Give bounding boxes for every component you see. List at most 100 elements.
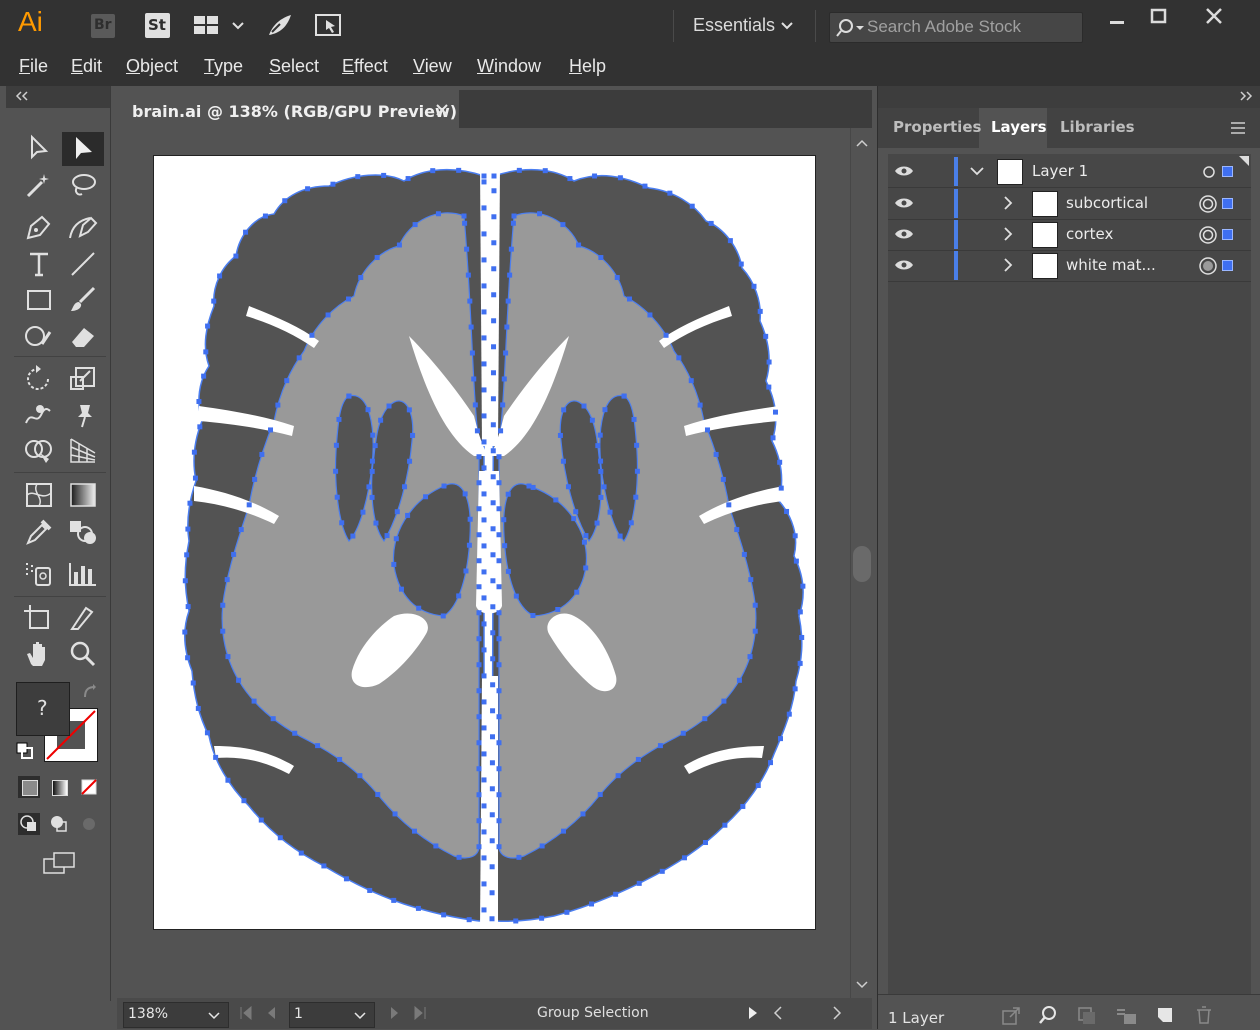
anchor-point[interactable]: [734, 527, 740, 533]
anchor-point[interactable]: [770, 435, 776, 441]
anchor-point[interactable]: [346, 296, 352, 302]
anchor-point[interactable]: [778, 485, 784, 491]
anchor-point[interactable]: [736, 677, 742, 683]
shape-builder-tool[interactable]: [22, 435, 56, 467]
anchor-point[interactable]: [496, 610, 502, 616]
anchor-point[interactable]: [726, 502, 732, 508]
anchor-point[interactable]: [292, 730, 298, 736]
anchor-point[interactable]: [740, 803, 746, 809]
anchor-point[interactable]: [185, 526, 191, 532]
anchor-point[interactable]: [481, 907, 487, 913]
anchor-point[interactable]: [601, 484, 607, 490]
anchor-point[interactable]: [205, 323, 211, 329]
panel-menu-icon[interactable]: [1229, 120, 1247, 136]
anchor-point[interactable]: [496, 818, 502, 824]
anchor-point[interactable]: [224, 577, 230, 583]
anchor-point[interactable]: [374, 255, 380, 261]
close-tab-icon[interactable]: [435, 103, 449, 117]
hand-tool[interactable]: [22, 638, 56, 670]
anchor-point[interactable]: [481, 595, 487, 601]
anchor-point[interactable]: [751, 283, 757, 289]
anchor-point[interactable]: [784, 508, 790, 514]
anchor-point[interactable]: [504, 324, 510, 330]
anchor-point[interactable]: [490, 552, 496, 558]
anchor-point[interactable]: [201, 373, 207, 379]
anchor-point[interactable]: [275, 402, 281, 408]
anchor-point[interactable]: [702, 840, 708, 846]
anchor-point[interactable]: [574, 589, 580, 595]
eyedropper-tool[interactable]: [22, 516, 56, 548]
color-button[interactable]: [18, 776, 40, 798]
anchor-point[interactable]: [476, 506, 482, 512]
anchor-point[interactable]: [567, 176, 573, 182]
anchor-point[interactable]: [461, 213, 467, 219]
anchor-point[interactable]: [360, 509, 366, 515]
anchor-point[interactable]: [797, 660, 803, 666]
anchor-point[interactable]: [357, 773, 363, 779]
anchor-point[interactable]: [465, 272, 471, 278]
anchor-point[interactable]: [561, 407, 567, 413]
anchor-point[interactable]: [496, 584, 502, 590]
anchor-point[interactable]: [602, 407, 608, 413]
anchor-point[interactable]: [463, 568, 469, 574]
anchor-point[interactable]: [738, 261, 744, 267]
anchor-point[interactable]: [663, 332, 669, 338]
anchor-point[interactable]: [490, 656, 496, 662]
anchor-point[interactable]: [597, 432, 603, 438]
anchor-point[interactable]: [768, 760, 774, 766]
anchor-point[interactable]: [481, 647, 487, 653]
anchor-point[interactable]: [412, 222, 418, 228]
anchor-point[interactable]: [503, 350, 509, 356]
anchor-point[interactable]: [647, 312, 653, 318]
anchor-point[interactable]: [468, 324, 474, 330]
anchor-point[interactable]: [333, 468, 339, 474]
anchor-point[interactable]: [489, 864, 495, 870]
pen-tool[interactable]: [22, 212, 56, 244]
anchor-point[interactable]: [441, 912, 447, 918]
anchor-point[interactable]: [333, 442, 339, 448]
bridge-button[interactable]: Br: [91, 14, 115, 38]
selection-indicator[interactable]: [1222, 198, 1233, 209]
anchor-point[interactable]: [225, 654, 231, 660]
workspace-switcher[interactable]: Essentials: [693, 15, 775, 36]
anchor-point[interactable]: [489, 734, 495, 740]
anchor-point[interactable]: [367, 887, 373, 893]
rotate-tool[interactable]: [22, 363, 56, 395]
menu-view[interactable]: View: [413, 56, 452, 77]
anchor-point[interactable]: [636, 880, 642, 886]
anchor-point[interactable]: [476, 584, 482, 590]
expand-chevron-right-icon[interactable]: [1003, 227, 1013, 241]
anchor-point[interactable]: [241, 798, 247, 804]
anchor-point[interactable]: [481, 439, 487, 445]
anchor-point[interactable]: [496, 454, 502, 460]
zoom-tool[interactable]: [66, 638, 100, 670]
anchor-point[interactable]: [358, 275, 364, 281]
anchor-point[interactable]: [472, 402, 478, 408]
anchor-point[interactable]: [372, 443, 378, 449]
anchor-point[interactable]: [435, 211, 441, 217]
anchor-point[interactable]: [384, 533, 390, 539]
anchor-point[interactable]: [702, 716, 708, 722]
anchor-point[interactable]: [539, 843, 545, 849]
anchor-point[interactable]: [598, 468, 604, 474]
rocket-icon[interactable]: [266, 12, 294, 38]
anchor-point[interactable]: [481, 257, 487, 263]
anchor-point[interactable]: [681, 855, 687, 861]
anchor-point[interactable]: [508, 246, 514, 252]
anchor-point[interactable]: [402, 484, 408, 490]
anchor-point[interactable]: [330, 181, 336, 187]
anchor-point[interactable]: [755, 783, 761, 789]
anchor-point[interactable]: [489, 916, 495, 922]
anchor-point[interactable]: [398, 586, 404, 592]
anchor-point[interactable]: [298, 850, 304, 856]
anchor-point[interactable]: [476, 558, 482, 564]
anchor-point[interactable]: [370, 432, 376, 438]
tab-layers[interactable]: Layers: [991, 118, 1047, 136]
anchor-point[interactable]: [405, 176, 411, 182]
anchor-point[interactable]: [496, 662, 502, 668]
anchor-point[interactable]: [396, 242, 402, 248]
last-artboard-icon[interactable]: [413, 1006, 427, 1020]
anchor-point[interactable]: [185, 604, 191, 610]
rectangle-tool[interactable]: [22, 284, 56, 316]
anchor-point[interactable]: [489, 786, 495, 792]
